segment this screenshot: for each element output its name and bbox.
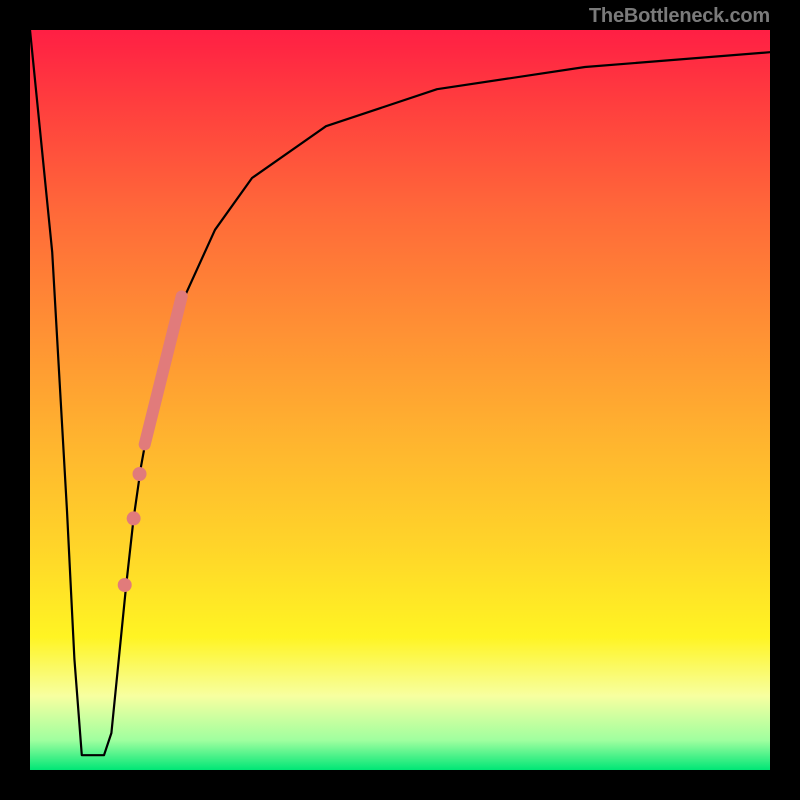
- highlight-segment: [145, 296, 182, 444]
- plot-area: [30, 30, 770, 770]
- chart-svg: [30, 30, 770, 770]
- chart-frame: TheBottleneck.com: [0, 0, 800, 800]
- bottleneck-curve: [30, 30, 770, 755]
- watermark-label: TheBottleneck.com: [589, 5, 770, 30]
- dot-3: [118, 578, 132, 592]
- dot-2: [127, 511, 141, 525]
- dot-1: [133, 467, 147, 481]
